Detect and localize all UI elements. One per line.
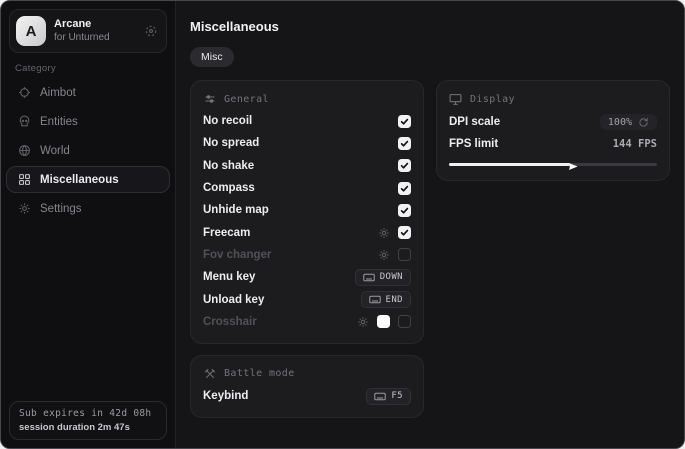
page-title: Miscellaneous xyxy=(190,19,670,34)
setting-row-menu-key: Menu key DOWN xyxy=(203,266,411,288)
left-column: General No recoil No spread xyxy=(190,80,424,418)
tab-misc[interactable]: Misc xyxy=(190,47,234,67)
general-panel: General No recoil No spread xyxy=(190,80,424,344)
check-icon xyxy=(400,117,409,126)
fps-limit-slider[interactable] xyxy=(449,158,657,170)
key-label: F5 xyxy=(391,391,403,401)
grid-icon xyxy=(17,173,31,186)
display-panel-header: Display xyxy=(449,93,657,106)
general-panel-header: General xyxy=(203,93,411,105)
sidebar-item-entities[interactable]: Entities xyxy=(6,108,170,135)
check-icon xyxy=(400,206,409,215)
setting-row-unhide-map: Unhide map xyxy=(203,199,411,221)
setting-row-fov-changer: Fov changer xyxy=(203,244,411,266)
setting-row-crosshair: Crosshair xyxy=(203,311,411,333)
sidebar-item-miscellaneous[interactable]: Miscellaneous xyxy=(6,166,170,193)
sidebar-item-settings[interactable]: Settings xyxy=(6,195,170,222)
setting-row-no-spread: No spread xyxy=(203,132,411,154)
brand-name: Arcane xyxy=(54,18,136,31)
gear-icon[interactable] xyxy=(378,227,390,239)
crosshair-checkbox[interactable] xyxy=(398,315,411,328)
sync-icon[interactable] xyxy=(144,24,158,38)
display-panel: Display DPI scale 100% xyxy=(436,80,670,181)
sliders-icon xyxy=(203,93,216,105)
setting-row-compass: Compass xyxy=(203,177,411,199)
battle-mode-panel-title: Battle mode xyxy=(224,368,295,379)
slider-fill xyxy=(449,163,570,166)
skull-icon xyxy=(17,115,31,128)
monitor-icon xyxy=(449,93,462,106)
battle-mode-panel: Battle mode Keybind F5 xyxy=(190,355,424,418)
setting-row-no-shake: No shake xyxy=(203,155,411,177)
refresh-icon[interactable] xyxy=(638,117,649,128)
menu-key-bind-button[interactable]: DOWN xyxy=(355,269,411,286)
setting-row-freecam: Freecam xyxy=(203,221,411,243)
setting-row-fps-limit: FPS limit 144 FPS xyxy=(449,133,657,155)
session-duration-text: session duration 2m 47s xyxy=(19,422,157,433)
sidebar-item-label: Aimbot xyxy=(40,87,76,99)
key-label: DOWN xyxy=(380,272,403,282)
setting-row-dpi-scale: DPI scale 100% xyxy=(449,111,657,133)
unload-key-bind-button[interactable]: END xyxy=(361,291,411,308)
right-column: Display DPI scale 100% xyxy=(436,80,670,181)
brand-subtitle: for Unturned xyxy=(54,32,136,44)
no-recoil-checkbox[interactable] xyxy=(398,115,411,128)
app-window: A Arcane for Unturned Category Aimbo xyxy=(0,0,685,449)
avatar-initial: A xyxy=(26,23,37,40)
swords-icon xyxy=(203,368,216,380)
avatar: A xyxy=(16,16,46,46)
brand-card: A Arcane for Unturned xyxy=(9,9,167,53)
sidebar-item-aimbot[interactable]: Aimbot xyxy=(6,79,170,106)
crosshair-icon xyxy=(17,86,31,99)
keyboard-icon xyxy=(369,295,381,304)
setting-row-keybind: Keybind F5 xyxy=(203,385,411,407)
unhide-map-checkbox[interactable] xyxy=(398,204,411,217)
check-icon xyxy=(400,228,409,237)
slider-thumb-icon[interactable] xyxy=(568,159,579,177)
check-icon xyxy=(400,184,409,193)
sidebar-item-label: Entities xyxy=(40,116,78,128)
gear-icon[interactable] xyxy=(357,316,369,328)
panel-columns: General No recoil No spread xyxy=(190,80,670,418)
check-icon xyxy=(400,139,409,148)
dpi-value-text: 100% xyxy=(608,117,632,128)
no-shake-checkbox[interactable] xyxy=(398,159,411,172)
globe-icon xyxy=(17,144,31,157)
brand-text: Arcane for Unturned xyxy=(54,18,136,43)
check-icon xyxy=(400,161,409,170)
fov-changer-checkbox[interactable] xyxy=(398,248,411,261)
battle-mode-panel-header: Battle mode xyxy=(203,368,411,380)
crosshair-color-swatch[interactable] xyxy=(377,315,390,328)
setting-row-no-recoil: No recoil xyxy=(203,110,411,132)
keyboard-icon xyxy=(363,273,375,282)
category-label: Category xyxy=(15,63,161,74)
key-label: END xyxy=(386,295,403,305)
battle-keybind-button[interactable]: F5 xyxy=(366,388,411,405)
general-panel-title: General xyxy=(224,94,269,105)
sidebar-item-world[interactable]: World xyxy=(6,137,170,164)
subscription-status: Sub expires in 42d 08h session duration … xyxy=(9,401,167,440)
sub-expires-text: Sub expires in 42d 08h xyxy=(19,408,157,419)
gear-icon xyxy=(17,202,31,215)
gear-icon[interactable] xyxy=(378,249,390,261)
display-panel-title: Display xyxy=(470,94,515,105)
compass-checkbox[interactable] xyxy=(398,182,411,195)
fps-limit-value: 144 FPS xyxy=(613,138,657,150)
no-spread-checkbox[interactable] xyxy=(398,137,411,150)
freecam-checkbox[interactable] xyxy=(398,226,411,239)
sidebar-item-label: Miscellaneous xyxy=(40,174,119,186)
sidebar: A Arcane for Unturned Category Aimbo xyxy=(1,1,176,448)
dpi-scale-value[interactable]: 100% xyxy=(600,114,657,130)
sidebar-item-label: World xyxy=(40,145,70,157)
setting-row-unload-key: Unload key END xyxy=(203,288,411,310)
sidebar-item-label: Settings xyxy=(40,203,82,215)
category-nav: Aimbot Entities World xyxy=(1,78,175,223)
keyboard-icon xyxy=(374,392,386,401)
main-content: Miscellaneous Misc General No rec xyxy=(176,1,684,448)
